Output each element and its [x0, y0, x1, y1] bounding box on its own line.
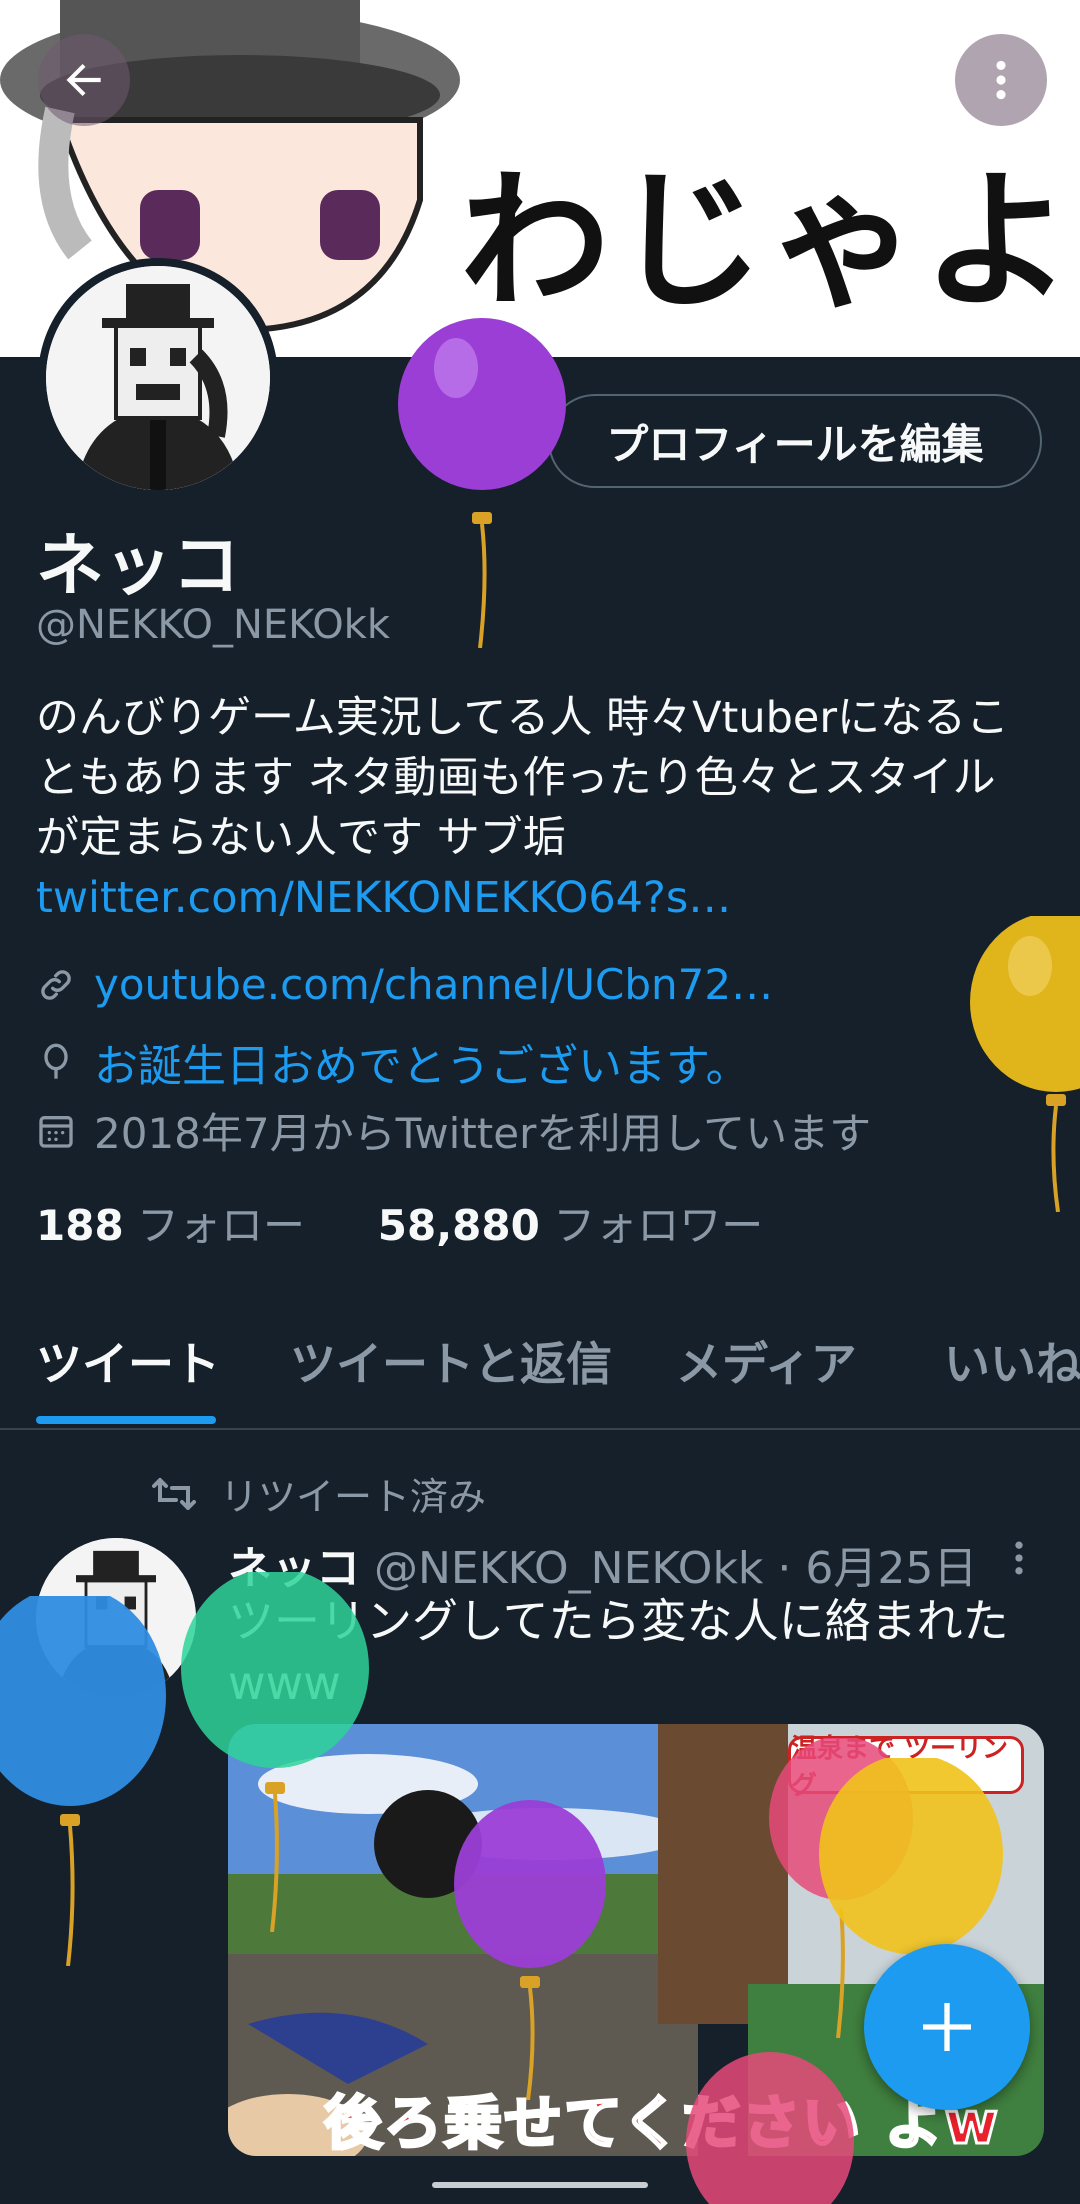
tweet-author-handle[interactable]: @NEKKO_NEKOkk [374, 1543, 763, 1594]
tweet-date[interactable]: 6月25日 [805, 1543, 977, 1594]
birthday-row: お誕生日おめでとうございます。 [36, 1030, 750, 1094]
display-name: ネッコ [36, 527, 241, 606]
avatar-character-image [36, 1538, 196, 1698]
retweet-label: リツイート済み [220, 1475, 487, 1519]
profile-avatar[interactable] [38, 258, 278, 498]
home-indicator[interactable] [432, 2182, 648, 2188]
avatar-character-image [46, 266, 270, 490]
following-link[interactable]: 188 フォロー [36, 1201, 305, 1250]
link-icon [41, 969, 71, 1000]
compose-tweet-button[interactable] [864, 1944, 1030, 2110]
joined-row: 2018年7月からTwitterを利用しています [36, 1100, 871, 1161]
tab-tweets[interactable]: ツイート [36, 1328, 220, 1394]
active-tab-indicator [36, 1416, 216, 1424]
balloon-icon [44, 1043, 68, 1079]
tweet-header: ネッコ @NEKKO_NEKOkk · 6月25日 [228, 1543, 978, 1594]
bio-link[interactable]: twitter.com/NEKKONEKKO64?s… [36, 873, 731, 923]
banner-text: わじゃよ [460, 153, 1077, 329]
followers-label: フォロワー [553, 1201, 764, 1250]
birthday-text[interactable]: お誕生日おめでとうございます。 [94, 1030, 750, 1094]
profile-tabs: ツイート ツイートと返信 メディア いいね [0, 1300, 1080, 1430]
user-handle: @NEKKO_NEKOkk [36, 602, 391, 648]
website-row: youtube.com/channel/UCbn72… [36, 960, 773, 1009]
follow-stats: 188 フォロー 58,880 フォロワー [36, 1192, 763, 1253]
bio-text: のんびりゲーム実況してる人 時々Vtuberになることもあります ネタ動画も作っ… [36, 693, 1010, 863]
calendar-icon [39, 1115, 73, 1148]
tab-tweets-and-replies[interactable]: ツイートと返信 [290, 1328, 612, 1394]
website-link[interactable]: youtube.com/channel/UCbn72… [94, 960, 773, 1009]
tweet-text: ツーリングしてたら変な人に絡まれたwww [228, 1594, 1009, 1710]
media-tag: 温泉まで ツーリング [788, 1734, 1024, 1801]
more-options-button[interactable] [955, 34, 1047, 126]
profile-bio: のんびりゲーム実況してる人 時々Vtuberになることもあります ネタ動画も作っ… [36, 688, 1026, 928]
followers-link[interactable]: 58,880 フォロワー [378, 1201, 763, 1250]
back-button[interactable] [38, 34, 130, 126]
followers-count: 58,880 [377, 1201, 540, 1250]
tab-media[interactable]: メディア [676, 1328, 857, 1394]
tweet-author-name[interactable]: ネッコ [228, 1543, 360, 1594]
retweet-indicator: リツイート済み [150, 1466, 486, 1521]
joined-text: 2018年7月からTwitterを利用しています [94, 1109, 872, 1158]
plus-icon [923, 2003, 971, 2051]
tab-likes[interactable]: いいね [944, 1328, 1080, 1394]
tweet-author-avatar[interactable] [36, 1538, 196, 1698]
more-vertical-icon [996, 60, 1006, 100]
following-count: 188 [36, 1201, 124, 1250]
divider [0, 1428, 1080, 1430]
following-label: フォロー [137, 1201, 306, 1250]
decorative-balloon [398, 318, 566, 648]
arrow-left-icon [66, 63, 101, 97]
retweet-icon [152, 1477, 196, 1510]
more-vertical-icon[interactable] [1004, 1536, 1034, 1580]
edit-profile-button[interactable]: プロフィールを編集 [548, 394, 1042, 488]
decorative-balloon [970, 916, 1080, 1212]
